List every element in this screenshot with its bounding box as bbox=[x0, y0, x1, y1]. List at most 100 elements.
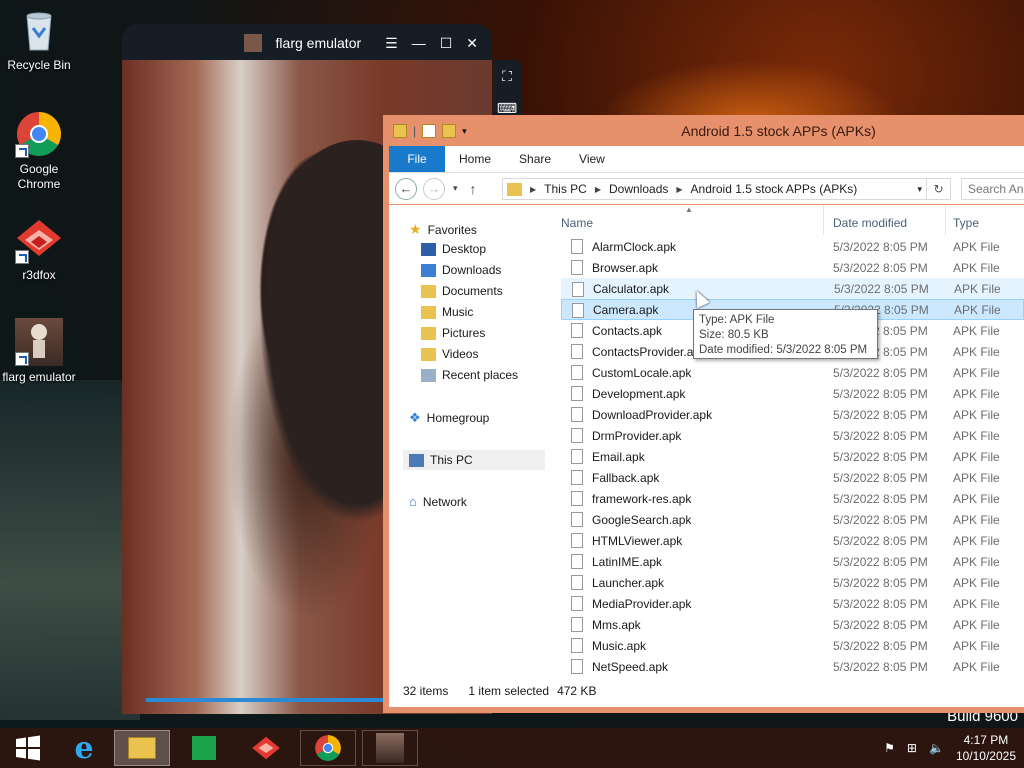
file-name: LatinIME.apk bbox=[592, 554, 663, 569]
file-name: Fallback.apk bbox=[592, 470, 660, 485]
nav-pictures[interactable]: Pictures bbox=[421, 326, 485, 340]
nav-favorites[interactable]: ★ Favorites bbox=[409, 221, 477, 238]
volume-muted-icon[interactable]: 🔈 bbox=[929, 741, 944, 755]
file-row[interactable]: DrmProvider.apk 5/3/2022 8:05 PM APK File bbox=[561, 425, 1024, 446]
file-row[interactable]: MediaProvider.apk 5/3/2022 8:05 PM APK Fil… bbox=[561, 593, 1024, 614]
column-name[interactable]: Name bbox=[561, 216, 593, 230]
menu-icon[interactable]: ☰ bbox=[385, 35, 398, 52]
nav-this-pc[interactable]: This PC bbox=[403, 450, 545, 470]
taskbar-ie[interactable]: e bbox=[56, 730, 112, 766]
file-row[interactable]: HTMLViewer.apk 5/3/2022 8:05 PM APK File bbox=[561, 530, 1024, 551]
tab-share[interactable]: Share bbox=[505, 146, 565, 172]
nav-recent-places[interactable]: Recent places bbox=[421, 368, 518, 382]
breadcrumb-this-pc[interactable]: This PC bbox=[544, 182, 587, 196]
nav-music[interactable]: Music bbox=[421, 305, 473, 319]
breadcrumb-downloads[interactable]: Downloads bbox=[609, 182, 668, 196]
tab-home[interactable]: Home bbox=[445, 146, 505, 172]
file-row[interactable]: GoogleSearch.apk 5/3/2022 8:05 PM APK File bbox=[561, 509, 1024, 530]
up-button[interactable]: ↑ bbox=[470, 181, 477, 197]
file-row[interactable]: Launcher.apk 5/3/2022 8:05 PM APK File bbox=[561, 572, 1024, 593]
desktop-icon-r3dfox[interactable]: r3dfox bbox=[1, 216, 77, 283]
action-center-flag-icon[interactable]: ⚑ bbox=[884, 741, 895, 755]
tab-view[interactable]: View bbox=[565, 146, 619, 172]
nav-network[interactable]: ⌂ Network bbox=[409, 494, 467, 509]
taskbar-chrome[interactable] bbox=[300, 730, 356, 766]
recent-locations-icon[interactable]: ▾ bbox=[453, 183, 458, 194]
file-row[interactable]: Email.apk 5/3/2022 8:05 PM APK File bbox=[561, 446, 1024, 467]
refresh-button[interactable]: ↻ bbox=[927, 178, 951, 200]
nav-documents[interactable]: Documents bbox=[421, 284, 503, 298]
file-name: DrmProvider.apk bbox=[592, 428, 682, 443]
file-row[interactable]: Fallback.apk 5/3/2022 8:05 PM APK File bbox=[561, 467, 1024, 488]
file-row[interactable]: Calculator.apk 5/3/2022 8:05 PM APK File bbox=[561, 278, 1024, 299]
network-status-icon[interactable]: ⊞ bbox=[907, 741, 917, 755]
ribbon-tabs: File Home Share View bbox=[389, 146, 1024, 172]
file-row[interactable]: CustomLocale.apk 5/3/2022 8:05 PM APK File bbox=[561, 362, 1024, 383]
selection-size: 472 KB bbox=[557, 684, 597, 698]
breadcrumb-current[interactable]: Android 1.5 stock APPs (APKs) bbox=[691, 182, 858, 196]
file-row[interactable]: LatinIME.apk 5/3/2022 8:05 PM APK File bbox=[561, 551, 1024, 572]
videos-icon bbox=[421, 347, 436, 361]
explorer-titlebar[interactable]: | ▾ Android 1.5 stock APPs (APKs) bbox=[383, 115, 1024, 147]
file-list: ▲ Name Date modified Type AlarmClock.apk… bbox=[561, 205, 1024, 675]
back-button[interactable]: ← bbox=[395, 177, 417, 200]
column-type[interactable]: Type bbox=[953, 216, 979, 230]
file-type: APK File bbox=[953, 365, 1000, 380]
file-explorer-icon bbox=[128, 737, 156, 759]
file-row[interactable]: Mms.apk 5/3/2022 8:05 PM APK File bbox=[561, 614, 1024, 635]
column-date-modified[interactable]: Date modified bbox=[833, 216, 907, 230]
file-icon bbox=[571, 617, 583, 632]
maximize-icon[interactable]: ☐ bbox=[440, 35, 453, 52]
explorer-window[interactable]: | ▾ Android 1.5 stock APPs (APKs) File H… bbox=[383, 115, 1024, 713]
nav-videos[interactable]: Videos bbox=[421, 347, 478, 361]
file-icon bbox=[571, 554, 583, 569]
fullscreen-icon[interactable]: ⛶ bbox=[493, 60, 521, 92]
file-row[interactable]: DownloadProvider.apk 5/3/2022 8:05 PM APK … bbox=[561, 404, 1024, 425]
file-icon bbox=[571, 491, 583, 506]
file-type: APK File bbox=[954, 302, 1001, 317]
file-row[interactable]: AlarmClock.apk 5/3/2022 8:05 PM APK File bbox=[561, 236, 1024, 257]
clock-date: 10/10/2025 bbox=[955, 749, 1016, 763]
search-input[interactable]: Search And bbox=[961, 178, 1024, 200]
start-button[interactable] bbox=[0, 730, 56, 766]
desktop-icon-label: Google Chrome bbox=[17, 162, 61, 191]
nav-desktop[interactable]: Desktop bbox=[421, 242, 486, 256]
nav-downloads[interactable]: Downloads bbox=[421, 263, 501, 277]
file-tooltip: Type: APK File Size: 80.5 KB Date modifi… bbox=[693, 309, 878, 359]
forward-button[interactable]: → bbox=[423, 177, 445, 200]
close-icon[interactable]: ✕ bbox=[466, 35, 478, 52]
address-dropdown-icon[interactable]: ▾ bbox=[917, 184, 922, 195]
address-bar[interactable]: ▶ This PC ▶ Downloads ▶ Android 1.5 stoc… bbox=[502, 178, 927, 200]
taskbar-store[interactable] bbox=[176, 730, 232, 766]
file-row[interactable]: Music.apk 5/3/2022 8:05 PM APK File bbox=[561, 635, 1024, 656]
clock[interactable]: 4:17 PM 10/10/2025 bbox=[956, 732, 1016, 764]
desktop-icon-label: Recycle Bin bbox=[7, 58, 71, 72]
file-row[interactable]: NetSpeed.apk 5/3/2022 8:05 PM APK File bbox=[561, 656, 1024, 677]
file-row[interactable]: Development.apk 5/3/2022 8:05 PM APK File bbox=[561, 383, 1024, 404]
nav-homegroup[interactable]: ❖ Homegroup bbox=[409, 410, 489, 426]
tooltip-type: Type: APK File bbox=[699, 314, 775, 326]
desktop-icon-recycle-bin[interactable]: Recycle Bin bbox=[1, 6, 77, 73]
file-icon bbox=[571, 533, 583, 548]
file-date: 5/3/2022 8:05 PM bbox=[833, 659, 928, 674]
minimize-icon[interactable]: — bbox=[412, 35, 426, 51]
file-name: AlarmClock.apk bbox=[592, 239, 677, 254]
file-type: APK File bbox=[953, 344, 1000, 359]
emulator-title: flarg emulator bbox=[275, 35, 362, 51]
desktop-icon-flarg-emulator[interactable]: flarg emulator bbox=[1, 318, 77, 385]
file-icon bbox=[571, 470, 583, 485]
emulator-titlebar[interactable]: flarg emulator ☰ — ☐ ✕ bbox=[122, 24, 492, 62]
tab-file[interactable]: File bbox=[389, 146, 445, 172]
file-row[interactable]: framework-res.apk 5/3/2022 8:05 PM APK Fil… bbox=[561, 488, 1024, 509]
file-icon bbox=[571, 323, 583, 338]
file-date: 5/3/2022 8:05 PM bbox=[833, 638, 928, 653]
file-name: DownloadProvider.apk bbox=[592, 407, 713, 422]
file-date: 5/3/2022 8:05 PM bbox=[833, 575, 928, 590]
taskbar-file-explorer[interactable] bbox=[114, 730, 170, 766]
desktop-icon-chrome[interactable]: Google Chrome bbox=[1, 110, 77, 192]
file-row[interactable]: Browser.apk 5/3/2022 8:05 PM APK File bbox=[561, 257, 1024, 278]
file-date: 5/3/2022 8:05 PM bbox=[833, 239, 928, 254]
taskbar-r3dfox[interactable] bbox=[238, 730, 294, 766]
taskbar-flarg-emulator[interactable] bbox=[362, 730, 418, 766]
store-icon bbox=[192, 736, 216, 760]
